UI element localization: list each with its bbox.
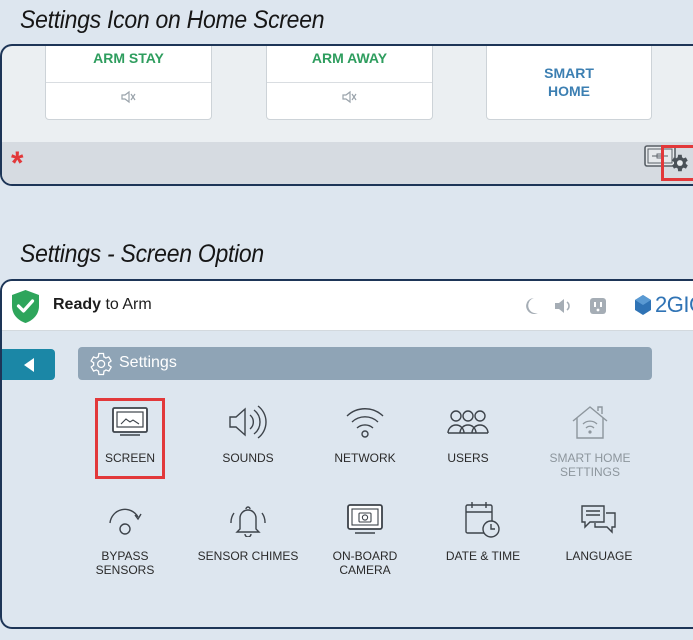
status-bar: Ready to Arm 2GIG [2, 281, 693, 331]
gear-icon [90, 352, 113, 376]
shield-check-icon [12, 290, 39, 323]
home-bottom-bar: * [2, 142, 693, 184]
smart-home-icon [572, 406, 608, 439]
settings-item-onboard-camera[interactable]: ON-BOARD CAMERA [305, 491, 425, 577]
speaker-icon[interactable] [553, 297, 573, 315]
camera-icon [347, 504, 383, 534]
language-icon [581, 505, 616, 534]
settings-item-label: ON-BOARD CAMERA [332, 549, 398, 577]
settings-item-label: NETWORK [334, 451, 396, 465]
settings-title: Settings [119, 354, 177, 371]
mute-icon[interactable] [267, 90, 432, 109]
status-rest: to Arm [101, 296, 152, 313]
mute-icon[interactable] [46, 90, 211, 109]
gear-icon [672, 154, 688, 172]
brand-text: 2GIG [655, 292, 693, 317]
back-button[interactable] [2, 349, 55, 380]
calendar-clock-icon [465, 502, 500, 538]
home-screen-panel: ARM STAY ARM AWAY SMART HOME * [0, 44, 693, 186]
tile-divider [46, 82, 211, 83]
settings-item-label: DATE & TIME [445, 549, 521, 563]
home-heading: Settings Icon on Home Screen [20, 6, 325, 34]
emergency-asterisk-icon[interactable]: * [11, 147, 23, 179]
settings-item-sensor-chimes[interactable]: SENSOR CHIMES [188, 491, 308, 563]
brand-logo: 2GIG [633, 292, 693, 318]
settings-item-label: SCREEN [104, 451, 155, 465]
settings-item-label: SENSOR CHIMES [197, 549, 299, 563]
screen-icon [112, 407, 148, 436]
settings-item-network[interactable]: NETWORK [305, 393, 425, 465]
2gig-logo-icon [635, 295, 651, 315]
settings-item-users[interactable]: USERS [408, 393, 528, 465]
settings-screen-panel: Ready to Arm 2GIG Settings SCREEN SOUNDS… [0, 279, 693, 629]
back-arrow-icon [23, 357, 34, 372]
settings-item-label: SOUNDS [222, 451, 274, 465]
settings-gear-highlight[interactable] [661, 145, 693, 181]
sounds-icon [229, 405, 267, 439]
settings-item-bypass-sensors[interactable]: BYPASS SENSORS [65, 491, 185, 577]
arm-stay-label: ARM STAY [93, 50, 164, 66]
bypass-icon [109, 508, 142, 535]
settings-item-label: LANGUAGE [565, 549, 633, 563]
smart-home-tile[interactable]: SMART HOME [486, 46, 652, 120]
arm-status-text: Ready to Arm [53, 296, 152, 314]
settings-item-label: USERS [447, 451, 489, 465]
status-bold: Ready [53, 296, 102, 313]
arm-stay-tile[interactable]: ARM STAY [45, 46, 212, 120]
settings-header-bar: Settings [78, 347, 652, 380]
outlet-icon[interactable] [589, 297, 607, 315]
settings-item-date-time[interactable]: DATE & TIME [423, 491, 543, 563]
settings-heading: Settings - Screen Option [20, 240, 264, 268]
settings-item-sounds[interactable]: SOUNDS [188, 393, 308, 465]
users-icon [447, 410, 489, 434]
settings-item-label: SMART HOME SETTINGS [549, 451, 631, 479]
settings-item-label: BYPASS SENSORS [95, 549, 155, 577]
arm-away-tile[interactable]: ARM AWAY [266, 46, 433, 120]
settings-item-smart-home: SMART HOME SETTINGS [530, 393, 650, 479]
chime-icon [230, 506, 266, 537]
smart-home-label: SMART HOME [544, 65, 594, 99]
tile-divider [267, 82, 432, 83]
arm-away-label: ARM AWAY [311, 50, 388, 66]
settings-item-screen[interactable]: SCREEN [70, 393, 190, 465]
settings-item-language[interactable]: LANGUAGE [539, 491, 659, 563]
moon-icon [526, 298, 538, 314]
wifi-icon [346, 408, 384, 438]
